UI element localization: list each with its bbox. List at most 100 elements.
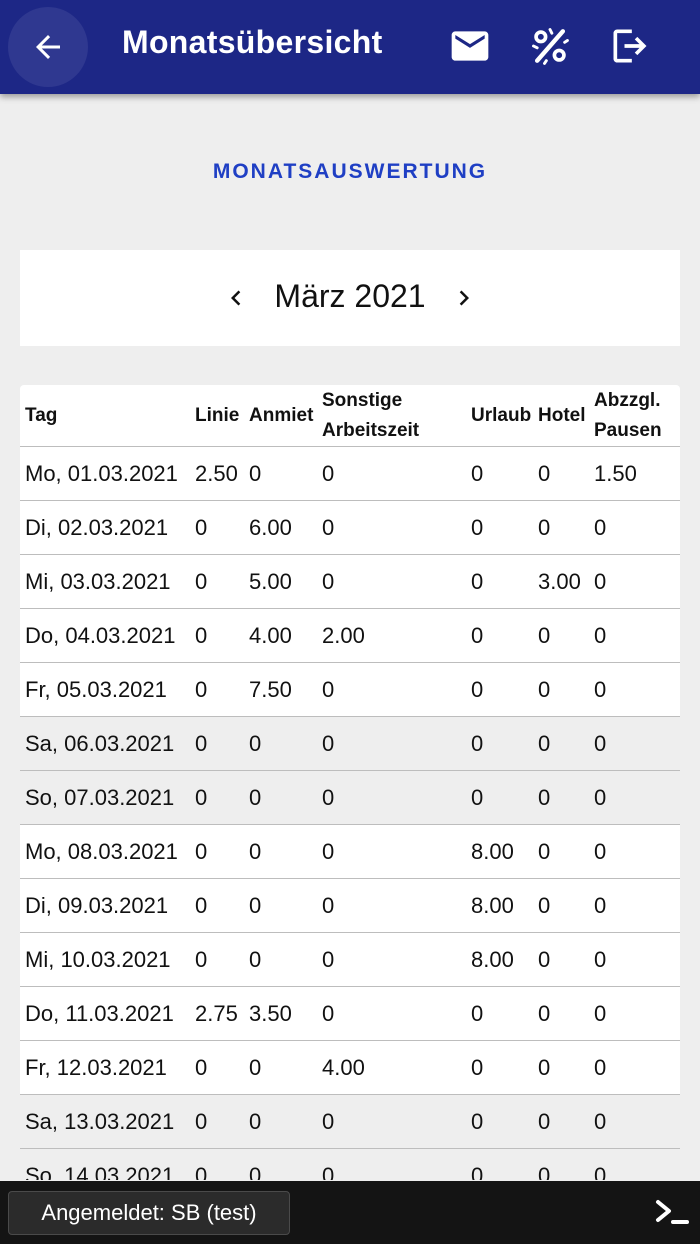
prev-month-button[interactable] [218, 280, 254, 316]
table-cell: 2.75 [190, 986, 244, 1041]
table-cell: 0 [533, 1040, 589, 1095]
bottom-bar: Angemeldet: SB (test) [0, 1181, 700, 1244]
mail-button[interactable] [444, 20, 496, 72]
table-cell: 0 [589, 770, 680, 825]
table-cell: 0 [589, 986, 680, 1041]
table-row[interactable]: Mi, 03.03.2021 0 5.00 0 0 3.00 0 [20, 554, 680, 609]
table-cell: Di, 09.03.2021 [20, 878, 190, 933]
chevron-right-icon [459, 290, 469, 306]
table-cell: 0 [533, 608, 589, 663]
back-button[interactable] [8, 7, 88, 87]
table-row[interactable]: Do, 04.03.2021 0 4.00 2.00 0 0 0 [20, 608, 680, 663]
table-cell: 8.00 [466, 824, 533, 879]
section-title: MONATSAUSWERTUNG [212, 160, 488, 183]
table-cell: 0 [466, 662, 533, 717]
table-cell: 7.50 [244, 662, 317, 717]
table-cell: 4.00 [244, 608, 317, 663]
table-cell: 0 [589, 1148, 680, 1180]
table-row[interactable]: Mo, 08.03.2021 0 0 0 8.00 0 0 [20, 824, 680, 879]
table-cell: 0 [317, 446, 466, 501]
table-cell: 0 [466, 770, 533, 825]
table-cell: 8.00 [466, 878, 533, 933]
table-cell: 0 [466, 1094, 533, 1149]
table-cell: 0 [589, 716, 680, 771]
column-header: Anmiet [244, 385, 317, 447]
table-row[interactable]: Fr, 05.03.2021 0 7.50 0 0 0 0 [20, 662, 680, 717]
month-label: März 2021 [274, 278, 426, 314]
table-cell: Do, 11.03.2021 [20, 986, 190, 1041]
table-cell: 0 [466, 554, 533, 609]
table-row[interactable]: Fr, 12.03.2021 0 0 4.00 0 0 0 [20, 1040, 680, 1095]
table-cell: 0 [244, 824, 317, 879]
table-cell: 6.00 [244, 500, 317, 555]
table-cell: 0 [190, 770, 244, 825]
table-cell: 0 [533, 878, 589, 933]
table-cell: 0 [317, 1148, 466, 1180]
table-cell: 0 [466, 986, 533, 1041]
table-cell: 0 [190, 716, 244, 771]
table-cell: Sa, 06.03.2021 [20, 716, 190, 771]
table-cell: 0 [466, 608, 533, 663]
table-cell: Mi, 03.03.2021 [20, 554, 190, 609]
page-title: Monatsübersicht [122, 24, 383, 60]
column-header: Urlaub [466, 385, 533, 447]
table-cell: 0 [317, 986, 466, 1041]
table-row[interactable]: Mi, 10.03.2021 0 0 0 8.00 0 0 [20, 932, 680, 987]
table-cell: 0 [533, 500, 589, 555]
percent-sun-moon-icon [532, 28, 569, 65]
table-cell: 0 [589, 662, 680, 717]
logged-in-user[interactable]: Angemeldet: SB (test) [8, 1191, 290, 1235]
app-bar: Monatsübersicht [0, 0, 700, 94]
table-cell: 0 [466, 1040, 533, 1095]
table-cell: 0 [244, 878, 317, 933]
table-cell: 0 [244, 1040, 317, 1095]
table-row[interactable]: So, 14.03.2021 0 0 0 0 0 0 [20, 1148, 680, 1180]
table-cell: 0 [190, 608, 244, 663]
table-cell: 4.00 [317, 1040, 466, 1095]
table-cell: 0 [589, 932, 680, 987]
table-cell: 0 [533, 932, 589, 987]
console-icon [656, 1200, 689, 1224]
table-cell: 0 [317, 1094, 466, 1149]
table-cell: 0 [317, 932, 466, 987]
table-row[interactable]: So, 07.03.2021 0 0 0 0 0 0 [20, 770, 680, 825]
table-row[interactable]: Mo, 01.03.2021 2.50 0 0 0 0 1.50 [20, 446, 680, 501]
table-cell: 0 [533, 770, 589, 825]
table-row[interactable]: Sa, 06.03.2021 0 0 0 0 0 0 [20, 716, 680, 771]
table-cell: 0 [533, 1148, 589, 1180]
table-row[interactable]: Di, 09.03.2021 0 0 0 8.00 0 0 [20, 878, 680, 933]
table-cell: 0 [244, 932, 317, 987]
table-cell: 0 [589, 554, 680, 609]
table-cell: 0 [190, 1040, 244, 1095]
table-cell: 0 [589, 1094, 680, 1149]
table-cell: 0 [244, 716, 317, 771]
table-cell: Mo, 08.03.2021 [20, 824, 190, 879]
table-cell: 0 [466, 716, 533, 771]
table-row[interactable]: Sa, 13.03.2021 0 0 0 0 0 0 [20, 1094, 680, 1149]
table-cell: 0 [533, 662, 589, 717]
table-row[interactable]: Di, 02.03.2021 0 6.00 0 0 0 0 [20, 500, 680, 555]
table-row[interactable]: Do, 11.03.2021 2.75 3.50 0 0 0 0 [20, 986, 680, 1041]
table-cell: 0 [466, 500, 533, 555]
percent-button[interactable] [524, 20, 576, 72]
table-cell: 0 [190, 1148, 244, 1180]
table-cell: Di, 02.03.2021 [20, 500, 190, 555]
console-button[interactable] [654, 1195, 690, 1229]
table-cell: 0 [244, 1094, 317, 1149]
month-table: Tag Linie Anmiet Sonstige Arbeitszeit Urlaub… [20, 385, 680, 1180]
table-cell: Sa, 13.03.2021 [20, 1094, 190, 1149]
table-cell: Do, 04.03.2021 [20, 608, 190, 663]
table-cell: 3.00 [533, 554, 589, 609]
table-cell: 0 [533, 446, 589, 501]
table-cell: 8.00 [466, 932, 533, 987]
table-cell: 2.50 [190, 446, 244, 501]
table-cell: 0 [589, 1040, 680, 1095]
next-month-button[interactable] [446, 280, 482, 316]
table-cell: 0 [589, 608, 680, 663]
table-cell: 0 [190, 662, 244, 717]
logout-button[interactable] [604, 20, 656, 72]
month-table-container[interactable]: Tag Linie Anmiet Sonstige Arbeitszeit Urlaub… [20, 385, 680, 1180]
table-cell: Fr, 12.03.2021 [20, 1040, 190, 1095]
arrow-back-icon [36, 35, 60, 59]
table-cell: 0 [317, 662, 466, 717]
